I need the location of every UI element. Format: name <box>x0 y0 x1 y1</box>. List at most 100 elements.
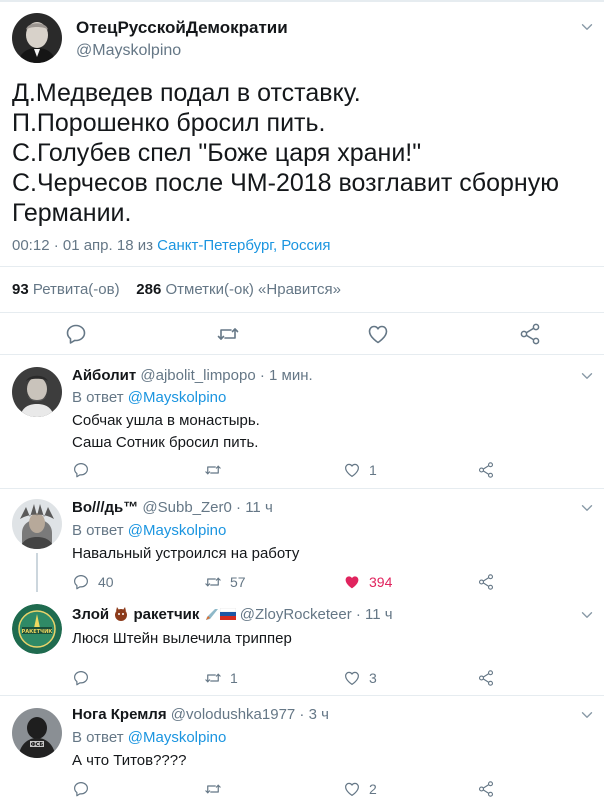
devil-emoji-icon <box>113 606 129 622</box>
replying-to-label: В ответ <box>72 389 128 406</box>
retweet-icon <box>204 573 222 591</box>
retweet-count: 1 <box>230 670 238 686</box>
timestamp: · 11 ч <box>351 606 393 623</box>
display-name[interactable]: Нога Кремля <box>72 706 167 723</box>
share-icon <box>477 461 495 479</box>
like-button[interactable]: 1 <box>343 461 377 479</box>
retweet-button[interactable]: 1 <box>204 669 238 687</box>
heart-icon <box>343 669 361 687</box>
username-handle[interactable]: @Subb_Zer0 <box>142 499 231 516</box>
timestamp: · 3 ч <box>295 706 329 723</box>
reply-button[interactable] <box>72 780 98 798</box>
replying-to: В ответ @Mayskolpino <box>72 389 226 406</box>
retweet-button[interactable] <box>204 461 230 479</box>
reply-tweet[interactable]: ФСБ Нога Кремля @volodushka1977 · 3 ч В … <box>0 696 604 802</box>
svg-text:РАКЕТЧИК: РАКЕТЧИК <box>22 629 54 635</box>
share-button[interactable] <box>477 461 495 479</box>
display-name[interactable]: Во///дь™ <box>72 499 138 516</box>
display-name[interactable]: Айболит <box>72 367 136 384</box>
like-count: 2 <box>369 781 377 797</box>
mention-link[interactable]: @Mayskolpino <box>128 389 227 406</box>
rocket-emoji-icon <box>204 606 220 622</box>
retweet-button[interactable]: 57 <box>204 573 246 591</box>
reply-header: Во///дь™ @Subb_Zer0 · 11 ч <box>72 499 273 516</box>
reply-count: 40 <box>98 574 114 590</box>
chevron-down-icon[interactable] <box>578 606 596 629</box>
username-handle[interactable]: @volodushka1977 <box>171 706 295 723</box>
avatar[interactable]: РАКЕТЧИК <box>12 604 62 654</box>
reply-button[interactable] <box>72 461 98 479</box>
like-button[interactable] <box>366 322 390 346</box>
username-handle[interactable]: @ajbolit_limpopo <box>140 367 255 384</box>
replying-to-label: В ответ <box>72 729 128 746</box>
reply-button[interactable] <box>72 669 98 687</box>
username-handle[interactable]: @Mayskolpino <box>76 42 181 60</box>
reply-button[interactable]: 40 <box>72 573 114 591</box>
likes-stat[interactable]: 286 Отметки(-ок) «Нравится» <box>136 281 341 298</box>
like-count: 3 <box>369 670 377 686</box>
chevron-down-icon[interactable] <box>578 706 596 729</box>
avatar[interactable] <box>12 499 62 549</box>
tweet-actions <box>0 316 604 352</box>
display-name-second[interactable]: ракетчик <box>133 606 199 623</box>
reply-tweet[interactable]: Во///дь™ @Subb_Zer0 · 11 ч В ответ @Mays… <box>0 489 604 592</box>
thread-connector <box>36 553 38 592</box>
reply-line: Навальный устроился на работу <box>72 545 300 562</box>
reply-tweet[interactable]: Айболит @ajbolit_limpopo · 1 мин. В отве… <box>0 355 604 488</box>
chevron-down-icon[interactable] <box>578 367 596 390</box>
reply-tweet[interactable]: РАКЕТЧИК Злой ракетчик @ZloyRocketeer · … <box>0 592 604 695</box>
like-button[interactable]: 3 <box>343 669 377 687</box>
like-count: 394 <box>369 574 393 590</box>
retweet-icon <box>204 669 222 687</box>
reply-header: Злой ракетчик @ZloyRocketeer · 11 ч <box>72 606 393 623</box>
heart-filled-icon <box>343 573 361 591</box>
retweet-count: 57 <box>230 574 246 590</box>
reply-text: Собчак ушла в монастырь. Саша Сотник бро… <box>72 410 260 454</box>
like-button[interactable]: 394 <box>343 573 392 591</box>
retweet-button[interactable] <box>216 322 240 346</box>
chevron-down-icon[interactable] <box>578 18 596 41</box>
location-link[interactable]: Санкт-Петербург, Россия <box>157 237 330 254</box>
username-handle[interactable]: @ZloyRocketeer <box>240 606 352 623</box>
svg-text:ФСБ: ФСБ <box>31 742 44 748</box>
retweet-icon <box>204 780 222 798</box>
reply-icon <box>64 322 88 346</box>
mention-link[interactable]: @Mayskolpino <box>128 729 227 746</box>
share-button[interactable] <box>477 780 495 798</box>
tweet-line: Германии. <box>12 199 132 227</box>
reply-icon <box>72 780 90 798</box>
avatar[interactable] <box>12 367 62 417</box>
tweet-line: С.Голубев спел "Боже царя храни!" <box>12 139 422 167</box>
mention-link[interactable]: @Mayskolpino <box>128 522 227 539</box>
display-name[interactable]: Злой <box>72 606 109 623</box>
share-icon <box>477 780 495 798</box>
reply-line: А что Титов???? <box>72 752 187 769</box>
tweet-stats: 93 Ретвита(-ов) 286 Отметки(-ок) «Нравит… <box>12 281 341 298</box>
share-button[interactable] <box>477 573 495 591</box>
tweet-line: С.Черчесов после ЧМ-2018 возглавит сборн… <box>12 169 559 197</box>
avatar[interactable]: ФСБ <box>12 708 62 758</box>
share-icon <box>477 669 495 687</box>
timestamp: · 11 ч <box>231 499 273 516</box>
replying-to-label: В ответ <box>72 522 128 539</box>
share-button[interactable] <box>518 322 542 346</box>
retweets-stat[interactable]: 93 Ретвита(-ов) <box>12 281 120 298</box>
main-tweet: ОтецРусскойДемократии @Mayskolpino Д.Мед… <box>0 0 604 354</box>
retweet-icon <box>216 322 240 346</box>
display-name[interactable]: ОтецРусскойДемократии <box>76 18 288 38</box>
reply-button[interactable] <box>64 322 88 346</box>
reply-text: А что Титов???? <box>72 750 186 772</box>
divider <box>0 266 604 267</box>
time-date: 00:12 · 01 апр. 18 из <box>12 237 158 254</box>
retweets-label: Ретвита(-ов) <box>32 281 120 298</box>
reply-text: Люся Штейн вылечила триппер <box>72 628 292 650</box>
share-button[interactable] <box>477 669 495 687</box>
reply-line: Собчак ушла в монастырь. <box>72 412 260 429</box>
avatar[interactable] <box>12 13 62 63</box>
chevron-down-icon[interactable] <box>578 499 596 522</box>
share-icon <box>518 322 542 346</box>
retweet-button[interactable] <box>204 780 230 798</box>
replying-to: В ответ @Mayskolpino <box>72 729 226 746</box>
like-button[interactable]: 2 <box>343 780 377 798</box>
timestamp: · 1 мин. <box>255 367 313 384</box>
